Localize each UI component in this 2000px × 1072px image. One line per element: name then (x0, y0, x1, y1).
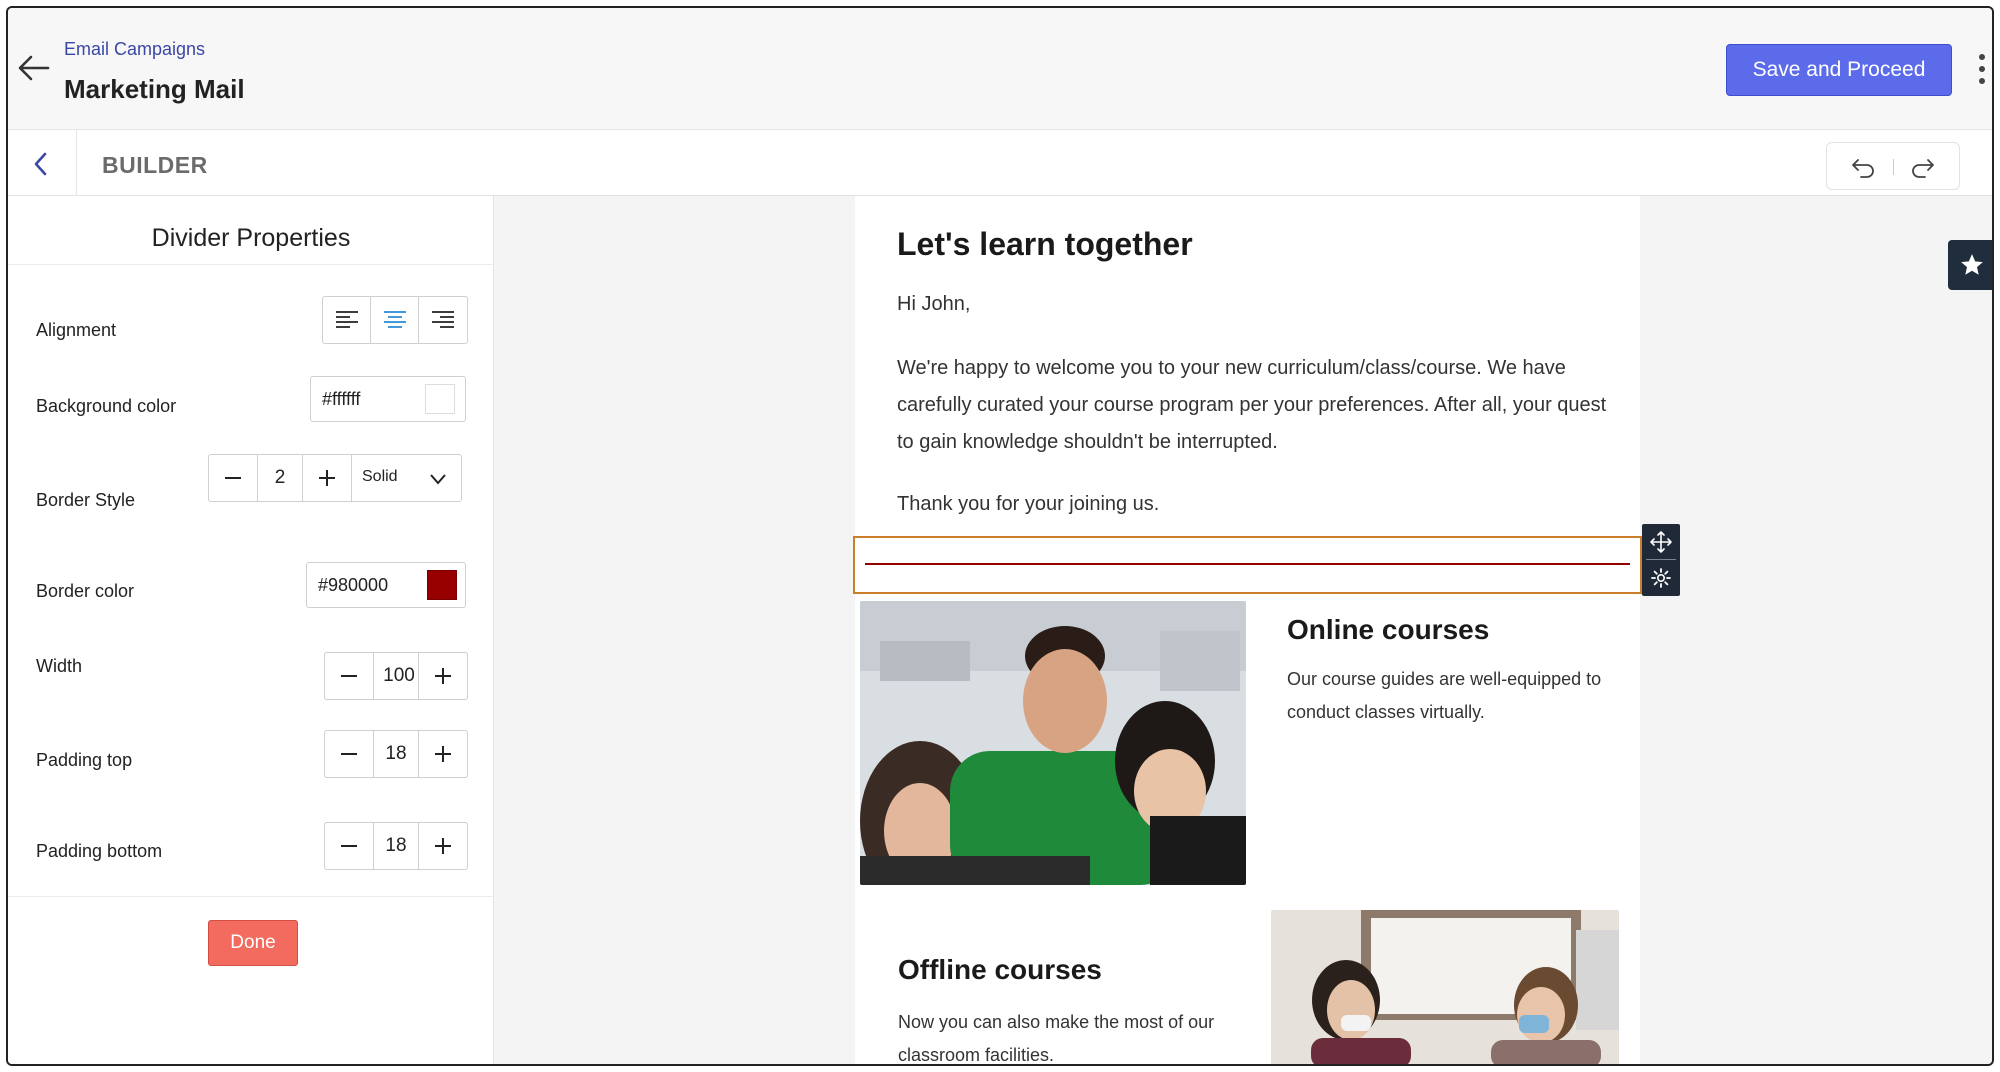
background-color-field[interactable]: #ffffff (310, 376, 466, 422)
border-color-swatch[interactable] (427, 570, 457, 600)
online-courses-text[interactable]: Our course guides are well-equipped to c… (1287, 663, 1617, 729)
offline-courses-image[interactable] (1271, 910, 1619, 1064)
border-width-value[interactable]: 2 (257, 455, 303, 501)
email-canvas: Let's learn together Hi John, We're happ… (495, 196, 1992, 1064)
border-style-label: Border Style (36, 490, 136, 510)
favorites-tab[interactable] (1948, 240, 1992, 290)
email-greeting[interactable]: Hi John, (897, 286, 1617, 323)
border-width-increment-button[interactable] (303, 455, 351, 501)
panel-divider (8, 264, 494, 265)
padding-top-increment-button[interactable] (419, 731, 467, 777)
star-icon (1961, 254, 1983, 275)
border-style-select[interactable]: Solid (351, 455, 461, 501)
top-bar: Email Campaigns Marketing Mail Save and … (8, 8, 1992, 130)
padding-top-decrement-button[interactable] (325, 731, 373, 777)
border-width-decrement-button[interactable] (209, 455, 257, 501)
more-options-icon[interactable] (1976, 54, 1988, 90)
center-align-icon (383, 311, 406, 328)
breadcrumb[interactable]: Email Campaigns (64, 39, 205, 60)
undo-icon[interactable] (1849, 153, 1877, 181)
minus-icon (341, 675, 357, 677)
divider-toolbar (1642, 524, 1680, 596)
background-color-swatch[interactable] (425, 384, 455, 414)
right-align-icon (432, 311, 454, 328)
chevron-left-icon[interactable] (28, 150, 56, 178)
align-center-button[interactable] (371, 297, 419, 343)
chevron-down-icon (430, 474, 446, 485)
builder-bar: BUILDER (8, 130, 1992, 196)
online-courses-title[interactable]: Online courses (1287, 614, 1489, 646)
border-color-label: Border color (36, 581, 135, 601)
padding-top-value[interactable]: 18 (373, 731, 419, 777)
toolbar-separator (1646, 559, 1676, 560)
left-align-icon (335, 311, 358, 328)
plus-icon (435, 838, 451, 854)
width-increment-button[interactable] (419, 653, 467, 699)
minus-icon (225, 477, 241, 479)
redo-icon[interactable] (1909, 153, 1937, 181)
plus-icon (435, 668, 451, 684)
page-title: Marketing Mail (64, 74, 245, 104)
offline-courses-photo-icon (1271, 910, 1619, 1064)
offline-courses-title[interactable]: Offline courses (898, 954, 1102, 986)
builder-title: BUILDER (102, 152, 208, 178)
move-icon[interactable] (1649, 530, 1673, 554)
padding-bottom-decrement-button[interactable] (325, 823, 373, 869)
panel-footer-divider (8, 896, 494, 897)
align-right-button[interactable] (419, 297, 467, 343)
back-arrow-icon[interactable] (16, 50, 52, 86)
gear-icon[interactable] (1649, 566, 1673, 590)
border-style-value: Solid (362, 468, 398, 485)
border-color-field[interactable]: #980000 (306, 562, 466, 608)
email-template: Let's learn together Hi John, We're happ… (853, 196, 1642, 1064)
align-left-button[interactable] (323, 297, 371, 343)
save-and-proceed-button[interactable]: Save and Proceed (1726, 44, 1952, 96)
width-decrement-button[interactable] (325, 653, 373, 699)
padding-bottom-value[interactable]: 18 (373, 823, 419, 869)
plus-icon (435, 746, 451, 762)
panel-title: Divider Properties (151, 224, 351, 252)
email-heading[interactable]: Let's learn together (897, 226, 1193, 263)
border-style-control: 2 Solid (208, 454, 462, 502)
online-courses-image[interactable] (860, 601, 1246, 885)
padding-bottom-label: Padding bottom (36, 841, 163, 861)
email-body-text[interactable]: We're happy to welcome you to your new c… (897, 350, 1617, 461)
email-thanks-text[interactable]: Thank you for your joining us. (897, 486, 1617, 523)
done-button[interactable]: Done (208, 920, 298, 966)
plus-icon (319, 470, 335, 486)
offline-courses-text[interactable]: Now you can also make the most of our cl… (898, 1006, 1218, 1064)
app-window: Email Campaigns Marketing Mail Save and … (6, 6, 1994, 1066)
builder-separator (76, 130, 77, 196)
width-stepper: 100 (324, 652, 468, 700)
width-value[interactable]: 100 (373, 653, 419, 699)
online-courses-photo-icon (860, 601, 1246, 885)
background-color-value: #ffffff (322, 389, 361, 409)
background-color-label: Background color (36, 396, 177, 416)
undo-redo-separator (1893, 159, 1894, 175)
undo-redo-group (1826, 142, 1960, 190)
padding-top-label: Padding top (36, 750, 133, 770)
border-color-value: #980000 (318, 575, 389, 595)
padding-bottom-increment-button[interactable] (419, 823, 467, 869)
selected-divider-block[interactable] (853, 536, 1642, 594)
alignment-control (322, 296, 468, 344)
divider-line (865, 563, 1630, 565)
divider-properties-panel: Divider Properties Alignment Background … (8, 196, 494, 1064)
padding-bottom-stepper: 18 (324, 822, 468, 870)
alignment-label: Alignment (36, 320, 117, 340)
padding-top-stepper: 18 (324, 730, 468, 778)
width-label: Width (36, 656, 83, 676)
minus-icon (341, 753, 357, 755)
minus-icon (341, 845, 357, 847)
